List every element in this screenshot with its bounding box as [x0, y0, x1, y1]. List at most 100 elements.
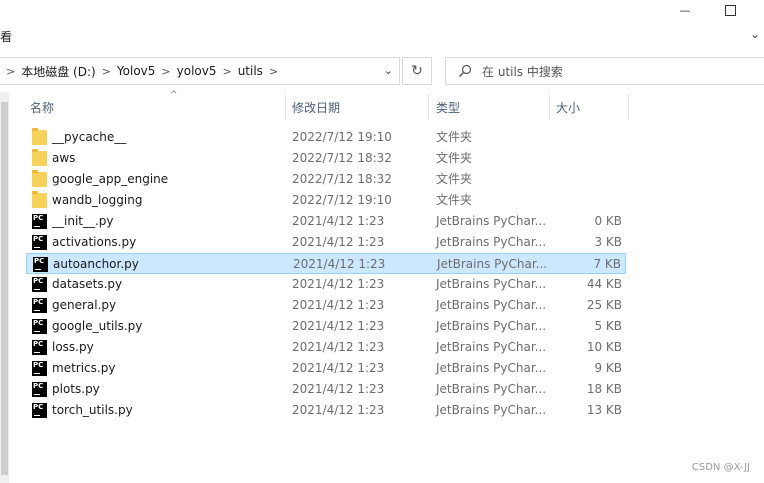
navigation-pane-scrollbar[interactable]	[0, 92, 9, 483]
file-name: __pycache__	[52, 130, 127, 144]
file-type: JetBrains PyChar...	[436, 214, 547, 228]
file-modified-date: 2021/4/12 1:23	[293, 257, 386, 271]
pycharm-icon-text: PC	[33, 214, 44, 222]
minimize-icon: —	[679, 3, 691, 17]
address-bar[interactable]: > 本地磁盘 (D:) > Yolov5 > yolov5 > utils > …	[0, 57, 400, 85]
file-row[interactable]: PC google_utils.py 2021/4/12 1:23 JetBrains…	[26, 316, 626, 337]
file-name: plots.py	[52, 382, 100, 396]
file-row[interactable]: PC general.py 2021/4/12 1:23 JetBrains PyCh…	[26, 295, 626, 316]
chevron-right-icon[interactable]: >	[155, 65, 176, 78]
file-modified-date: 2021/4/12 1:23	[292, 235, 385, 249]
file-name: loss.py	[52, 340, 94, 354]
file-modified-date: 2022/7/12 19:10	[292, 193, 392, 207]
maximize-button[interactable]	[710, 0, 750, 20]
breadcrumb-yolov5[interactable]: yolov5	[177, 64, 217, 78]
chevron-right-icon[interactable]: >	[0, 65, 21, 78]
pycharm-file-icon: PC	[32, 361, 47, 376]
file-size: 25 KB	[586, 298, 622, 312]
file-type: 文件夹	[436, 130, 473, 144]
folder-icon	[32, 170, 47, 187]
column-size-label: 大小	[556, 100, 581, 115]
pycharm-icon-text: PC	[33, 361, 44, 369]
file-row[interactable]: PC plots.py 2021/4/12 1:23 JetBrains PyChar…	[26, 379, 626, 400]
file-row[interactable]: PC datasets.py 2021/4/12 1:23 JetBrains PyC…	[26, 274, 626, 295]
refresh-icon: ↻	[411, 63, 423, 79]
address-dropdown-icon[interactable]: ⌄	[384, 64, 393, 77]
file-size: 18 KB	[586, 382, 622, 396]
pycharm-file-icon: PC	[32, 382, 47, 397]
folder-row[interactable]: __pycache__ 2022/7/12 19:10 文件夹	[26, 127, 626, 148]
column-divider[interactable]	[628, 94, 629, 120]
file-type: 文件夹	[436, 151, 473, 165]
file-modified-date: 2021/4/12 1:23	[292, 214, 385, 228]
folder-row[interactable]: google_app_engine 2022/7/12 18:32 文件夹	[26, 169, 626, 190]
watermark: CSDN @X-JJ	[691, 462, 750, 473]
scrollbar-thumb[interactable]	[1, 102, 8, 475]
file-name: google_app_engine	[52, 172, 169, 186]
pycharm-icon-text: PC	[33, 319, 44, 327]
chevron-right-icon[interactable]: >	[96, 65, 117, 78]
chevron-right-icon[interactable]: >	[216, 65, 237, 78]
file-name: metrics.py	[52, 361, 116, 375]
pycharm-icon-text: PC	[33, 382, 44, 390]
column-divider[interactable]	[549, 94, 550, 120]
file-name: aws	[52, 151, 76, 165]
breadcrumb-drive[interactable]: 本地磁盘 (D:)	[21, 63, 95, 80]
file-modified-date: 2022/7/12 18:32	[292, 151, 392, 165]
chevron-right-icon[interactable]: >	[263, 65, 284, 78]
file-modified-date: 2021/4/12 1:23	[292, 382, 385, 396]
pycharm-icon-text: PC	[33, 298, 44, 306]
pycharm-file-icon: PC	[32, 277, 47, 292]
file-type: JetBrains PyChar...	[437, 257, 548, 271]
search-placeholder: 在 utils 中搜索	[482, 64, 563, 79]
refresh-button[interactable]: ↻	[402, 57, 432, 85]
file-row[interactable]: PC __init__.py 2021/4/12 1:23 JetBrains PyC…	[26, 211, 626, 232]
folder-icon	[32, 149, 47, 166]
menu-view[interactable]: 看	[0, 28, 12, 45]
file-size: 0 KB	[594, 214, 622, 228]
file-row[interactable]: PC torch_utils.py 2021/4/12 1:23 JetBrains …	[26, 400, 626, 421]
file-row[interactable]: PC autoanchor.py 2021/4/12 1:23 JetBrains P…	[26, 253, 626, 274]
file-name: general.py	[52, 298, 117, 312]
pycharm-icon-text: PC	[34, 257, 45, 265]
column-header-type[interactable]: 类型	[436, 94, 549, 120]
pycharm-icon-text: PC	[33, 235, 44, 243]
file-row[interactable]: PC loss.py 2021/4/12 1:23 JetBrains PyChar.…	[26, 337, 626, 358]
file-modified-date: 2021/4/12 1:23	[292, 403, 385, 417]
pycharm-icon-text: PC	[33, 403, 44, 411]
file-size: 44 KB	[586, 277, 622, 291]
file-size: 13 KB	[586, 403, 622, 417]
column-divider[interactable]	[428, 94, 429, 120]
column-header: ^ 名称 修改日期 类型 大小	[20, 90, 764, 120]
pycharm-icon-text: PC	[33, 277, 44, 285]
folder-row[interactable]: wandb_logging 2022/7/12 19:10 文件夹	[26, 190, 626, 211]
breadcrumb-yolov5-root[interactable]: Yolov5	[117, 64, 156, 78]
file-type: JetBrains PyChar...	[436, 361, 547, 375]
file-type: JetBrains PyChar...	[436, 382, 547, 396]
file-row[interactable]: PC activations.py 2021/4/12 1:23 JetBrains …	[26, 232, 626, 253]
pycharm-file-icon: PC	[32, 235, 47, 250]
file-type: JetBrains PyChar...	[436, 298, 547, 312]
column-header-name[interactable]: 名称	[30, 94, 285, 120]
ribbon-expand-icon[interactable]: ⌄	[750, 27, 760, 41]
file-name: wandb_logging	[52, 193, 143, 207]
file-row[interactable]: PC metrics.py 2021/4/12 1:23 JetBrains PyCh…	[26, 358, 626, 379]
file-type: JetBrains PyChar...	[436, 319, 547, 333]
file-type: JetBrains PyChar...	[436, 235, 547, 249]
file-modified-date: 2022/7/12 18:32	[292, 172, 392, 186]
navigation-bar: > 本地磁盘 (D:) > Yolov5 > yolov5 > utils > …	[0, 54, 764, 88]
column-header-date[interactable]: 修改日期	[292, 94, 428, 120]
search-icon	[459, 64, 472, 77]
file-modified-date: 2021/4/12 1:23	[292, 298, 385, 312]
file-name: activations.py	[52, 235, 137, 249]
column-header-size[interactable]: 大小	[556, 94, 628, 120]
minimize-button[interactable]: —	[665, 0, 705, 20]
breadcrumb-utils[interactable]: utils	[238, 64, 263, 78]
folder-row[interactable]: aws 2022/7/12 18:32 文件夹	[26, 148, 626, 169]
file-type: JetBrains PyChar...	[436, 277, 547, 291]
file-type: 文件夹	[436, 172, 473, 186]
file-type: 文件夹	[436, 193, 473, 207]
pycharm-icon-text: PC	[33, 340, 44, 348]
search-input[interactable]: 在 utils 中搜索	[445, 57, 764, 85]
column-divider[interactable]	[285, 94, 286, 120]
